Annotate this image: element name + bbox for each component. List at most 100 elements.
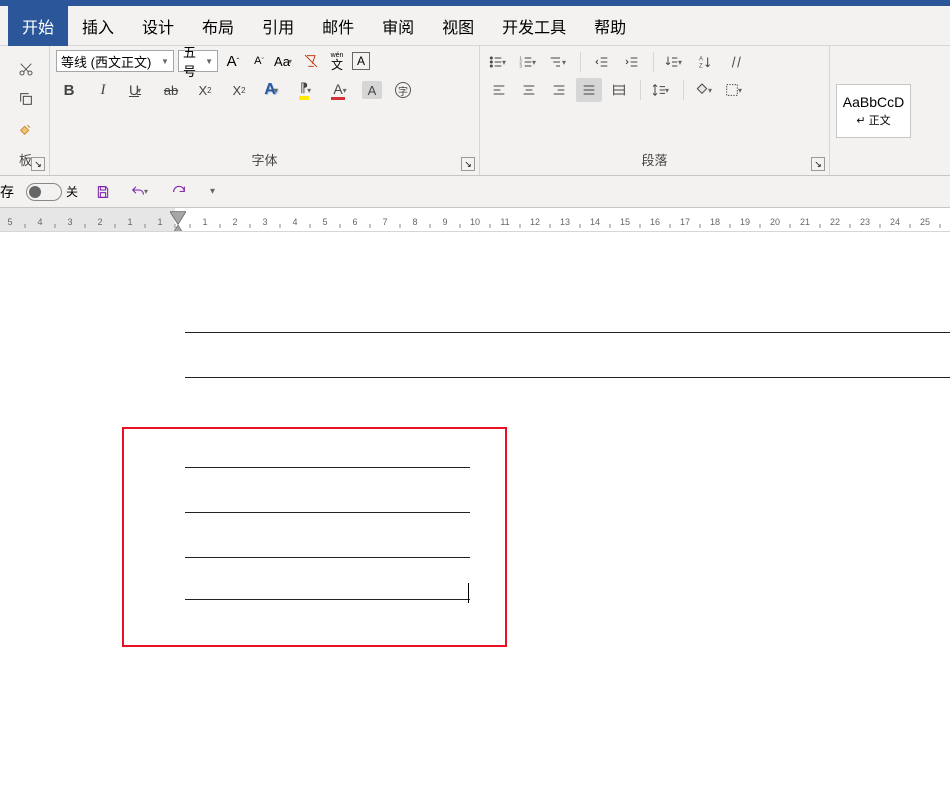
chevron-down-icon: ▼ [161, 57, 169, 66]
font-expand-icon[interactable]: ↘ [461, 157, 475, 171]
font-name-value: 等线 (西文正文) [61, 52, 151, 71]
ruler-tick-label: 7 [382, 217, 387, 227]
superscript-button[interactable]: X2 [226, 78, 252, 102]
borders-button[interactable]: ▾ [722, 78, 748, 102]
first-line-indent-marker[interactable] [170, 210, 180, 218]
align-left-button[interactable] [486, 78, 512, 102]
italic-button[interactable]: I [90, 78, 116, 102]
ruler-tick-label: 3 [262, 217, 267, 227]
style-normal[interactable]: AaBbCcD ↵ 正文 [836, 84, 911, 138]
ruler-tick-label: 12 [530, 217, 540, 227]
ruler-tick-label: 1 [127, 217, 132, 227]
char-border-icon[interactable]: A [352, 52, 370, 70]
tab-home[interactable]: 开始 [8, 6, 68, 46]
ruler-tick-label: 6 [352, 217, 357, 227]
text-cursor [468, 583, 469, 603]
underline-line [185, 467, 470, 468]
format-painter-icon[interactable] [13, 117, 39, 141]
strikethrough-button[interactable]: ab [158, 78, 184, 102]
text-effects-button[interactable]: A▾ [260, 78, 286, 102]
line-spacing-button[interactable]: ▾ [649, 78, 675, 102]
ribbon-tabs: 开始 插入 设计 布局 引用 邮件 审阅 视图 开发工具 帮助 [0, 6, 950, 46]
ruler-tick-label: 5 [322, 217, 327, 227]
copy-icon[interactable] [13, 87, 39, 111]
subscript-button[interactable]: X2 [192, 78, 218, 102]
clipboard-expand-icon[interactable]: ↘ [31, 157, 45, 171]
char-shading-button[interactable]: A [362, 81, 382, 99]
svg-text:Z: Z [699, 63, 703, 69]
tab-references[interactable]: 引用 [248, 6, 308, 46]
ruler-tick-label: 24 [890, 217, 900, 227]
ruler-tick-label: 10 [470, 217, 480, 227]
ruler-tick-label: 21 [800, 217, 810, 227]
ruler-tick-label: 5 [7, 217, 12, 227]
distributed-button[interactable] [606, 78, 632, 102]
ruler-tick-label: 1 [202, 217, 207, 227]
style-sample-text: AaBbCcD [843, 94, 904, 110]
qat-customize-icon[interactable]: ▾ [210, 186, 218, 197]
paragraph-group-label: 段落 [486, 148, 823, 173]
chevron-down-icon: ▼ [205, 57, 213, 66]
tab-design[interactable]: 设计 [128, 6, 188, 46]
undo-button[interactable]: ▾ [128, 180, 154, 204]
font-name-select[interactable]: 等线 (西文正文) ▼ [56, 50, 174, 72]
ruler-tick-label: 13 [560, 217, 570, 227]
tab-help[interactable]: 帮助 [580, 6, 640, 46]
styles-group: AaBbCcD ↵ 正文 [830, 46, 950, 175]
ruler-tick-label: 8 [412, 217, 417, 227]
autosave-toggle[interactable] [26, 183, 62, 201]
font-size-select[interactable]: 五号 ▼ [178, 50, 218, 72]
document-area[interactable] [0, 232, 950, 800]
ruler-tick-label: 22 [830, 217, 840, 227]
bullets-button[interactable]: ▾ [486, 50, 512, 74]
paragraph-group: ▾ 123▾ ▾ ▾ AZ ▾ ▾ ▾ [480, 46, 830, 175]
underline-line [185, 512, 470, 513]
grow-font-icon[interactable]: Aˆ [222, 50, 244, 72]
ruler-tick-label: 2 [232, 217, 237, 227]
ruler-tick-label: 9 [442, 217, 447, 227]
horizontal-ruler[interactable]: 5432111234567891011121314151617181920212… [0, 208, 950, 232]
ruler-tick-label: 20 [770, 217, 780, 227]
decrease-indent-button[interactable] [589, 50, 615, 74]
multilevel-list-button[interactable]: ▾ [546, 50, 572, 74]
enclose-char-button[interactable]: 字 [390, 78, 416, 102]
show-marks-button[interactable] [722, 50, 748, 74]
align-center-button[interactable] [516, 78, 542, 102]
ruler-tick-label: 3 [67, 217, 72, 227]
text-direction-button[interactable]: ▾ [662, 50, 688, 74]
font-group-label: 字体 [56, 148, 473, 173]
tab-review[interactable]: 审阅 [368, 6, 428, 46]
cut-icon[interactable] [13, 57, 39, 81]
bold-button[interactable]: B [56, 78, 82, 102]
underline-line [185, 557, 470, 558]
tab-developer[interactable]: 开发工具 [488, 6, 580, 46]
paragraph-expand-icon[interactable]: ↘ [811, 157, 825, 171]
tab-view[interactable]: 视图 [428, 6, 488, 46]
clear-format-icon[interactable] [300, 50, 322, 72]
align-justify-button[interactable] [576, 78, 602, 102]
increase-indent-button[interactable] [619, 50, 645, 74]
svg-text:A: A [699, 57, 703, 63]
underline-line [185, 377, 950, 378]
underline-button[interactable]: U▾ [124, 78, 150, 102]
ruler-tick-label: 14 [590, 217, 600, 227]
tab-insert[interactable]: 插入 [68, 6, 128, 46]
highlight-button[interactable]: ⁋▾ [294, 78, 320, 102]
tab-mailings[interactable]: 邮件 [308, 6, 368, 46]
shrink-font-icon[interactable]: Aˇ [248, 50, 270, 72]
ruler-tick-label: 25 [920, 217, 930, 227]
numbering-button[interactable]: 123▾ [516, 50, 542, 74]
phonetic-guide-icon[interactable]: wén文 [326, 50, 348, 72]
tab-layout[interactable]: 布局 [188, 6, 248, 46]
align-right-button[interactable] [546, 78, 572, 102]
autosave-label: 存 [0, 182, 14, 202]
font-color-button[interactable]: A▾ [328, 78, 354, 102]
redo-button[interactable] [166, 180, 192, 204]
save-icon[interactable] [90, 180, 116, 204]
svg-text:3: 3 [519, 63, 522, 68]
hanging-indent-marker[interactable] [170, 222, 180, 230]
ruler-tick-label: 16 [650, 217, 660, 227]
sort-button[interactable]: AZ [692, 50, 718, 74]
shading-button[interactable]: ▾ [692, 78, 718, 102]
change-case-button[interactable]: Aa▾ [274, 50, 296, 72]
